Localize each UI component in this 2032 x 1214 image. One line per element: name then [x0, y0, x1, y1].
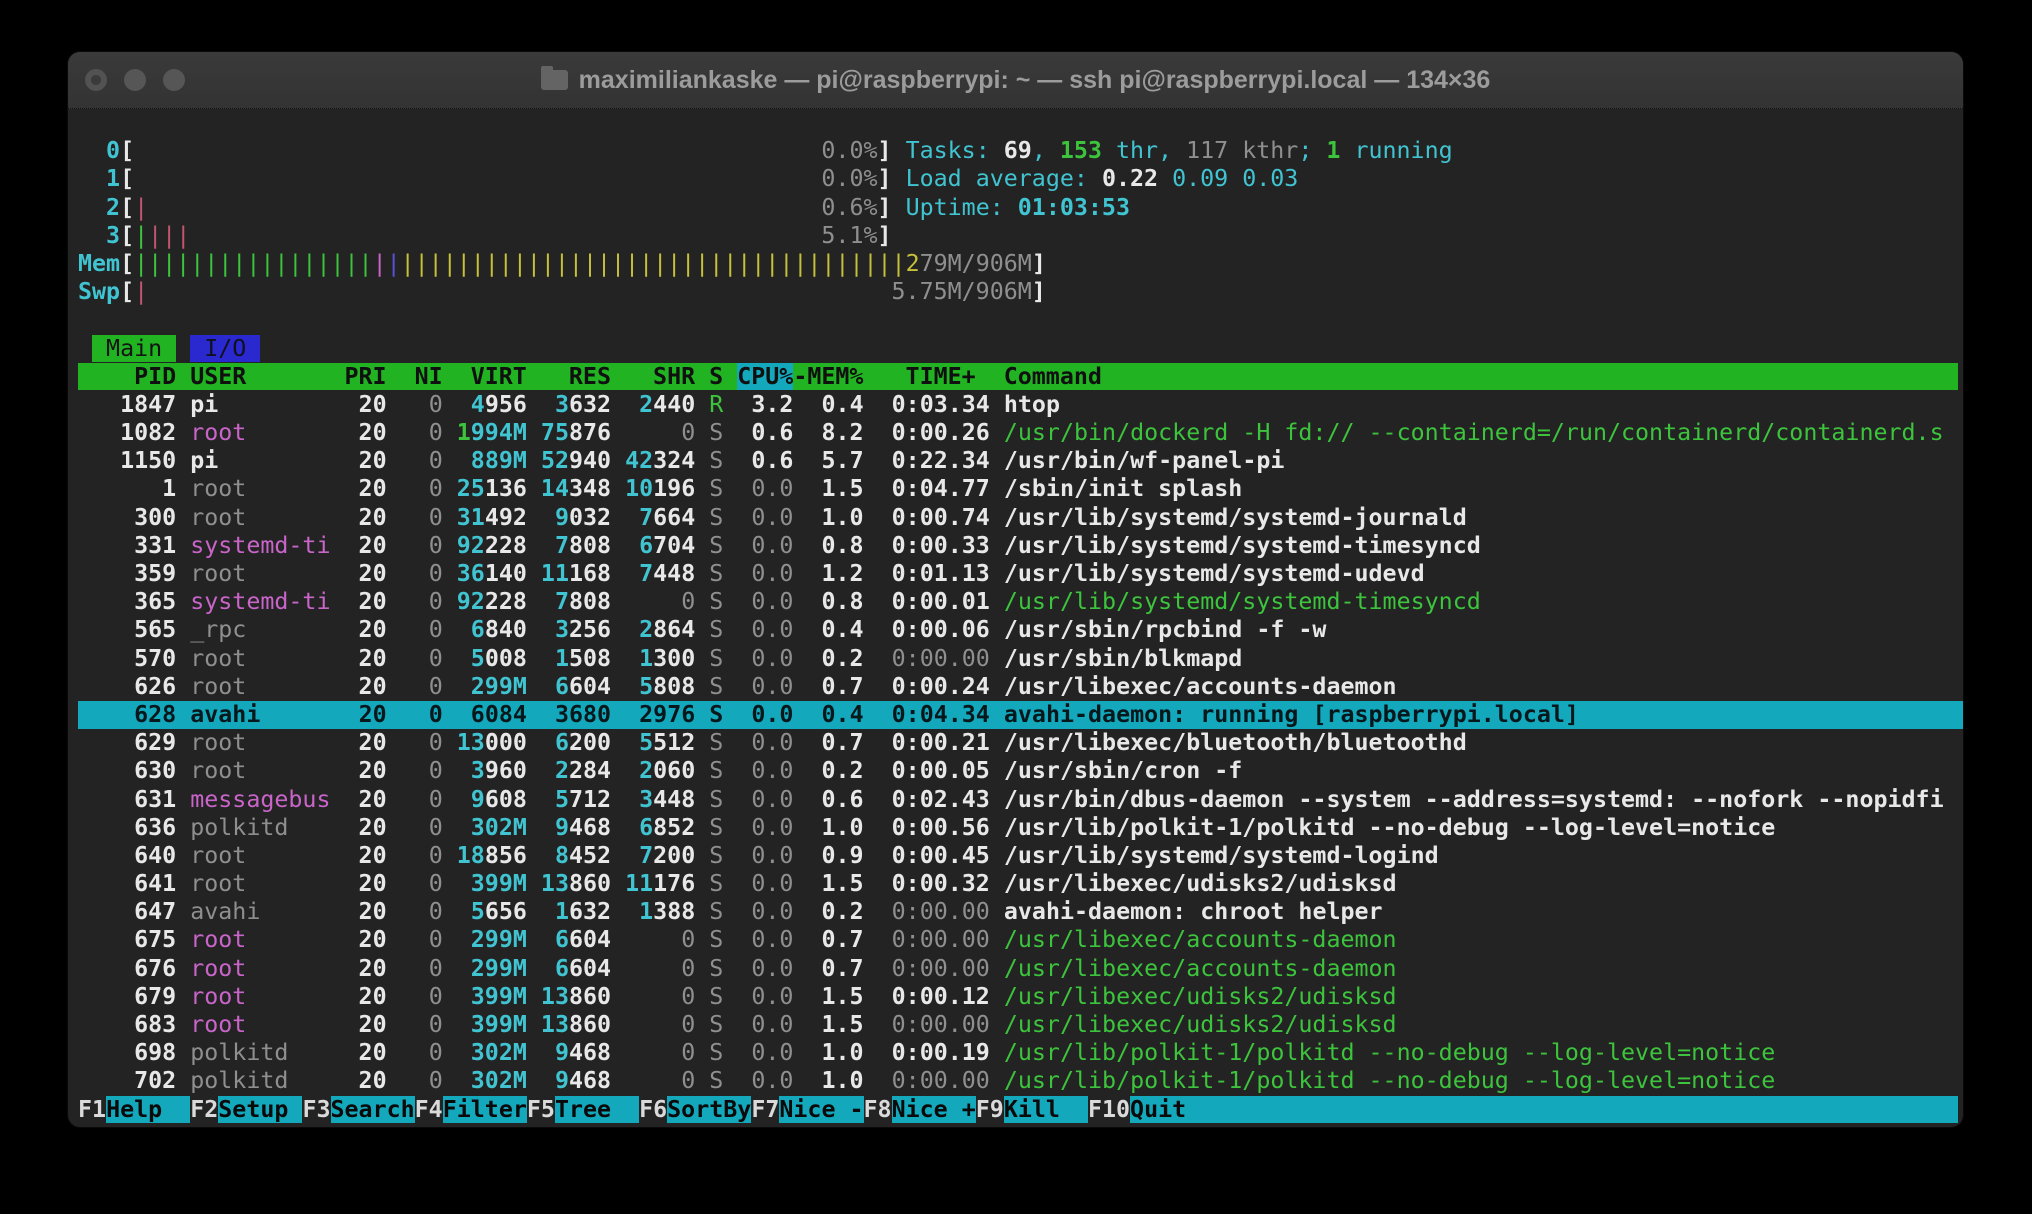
process-row-565[interactable]: 565 _rpc 20 0 6840 3256 2864 S 0.0 0.4 0… — [78, 616, 1963, 644]
process-row-698[interactable]: 698 polkitd 20 0 302M 9468 0 S 0.0 1.0 0… — [78, 1039, 1963, 1067]
fnbar-quit[interactable]: Quit — [1130, 1096, 1186, 1123]
process-row-630[interactable]: 630 root 20 0 3960 2284 2060 S 0.0 0.2 0… — [78, 757, 1963, 785]
blank-line — [78, 306, 1963, 334]
fnkey-f9[interactable]: F9 — [976, 1096, 1004, 1123]
process-row-1150[interactable]: 1150 pi 20 0 889M 52940 42324 S 0.6 5.7 … — [78, 447, 1963, 475]
fnbar-search[interactable]: Search — [331, 1096, 415, 1123]
cpu-meter-1: 1[ 0.0%] Load average: 0.22 0.09 0.03 — [78, 165, 1963, 193]
process-row-647[interactable]: 647 avahi 20 0 5656 1632 1388 S 0.0 0.2 … — [78, 898, 1963, 926]
process-row-679[interactable]: 679 root 20 0 399M 13860 0 S 0.0 1.5 0:0… — [78, 983, 1963, 1011]
fnbar-sortby[interactable]: SortBy — [667, 1096, 751, 1123]
cpu-meter-0: 0[ 0.0%] Tasks: 69, 153 thr, 117 kthr; 1… — [78, 137, 1963, 165]
cpu-meter-3: 3[|||| 5.1%] — [78, 222, 1963, 250]
close-button[interactable] — [85, 69, 107, 91]
process-row-626[interactable]: 626 root 20 0 299M 6604 5808 S 0.0 0.7 0… — [78, 673, 1963, 701]
fnkey-f8[interactable]: F8 — [864, 1096, 892, 1123]
process-row-702[interactable]: 702 polkitd 20 0 302M 9468 0 S 0.0 1.0 0… — [78, 1067, 1963, 1095]
process-row-300[interactable]: 300 root 20 0 31492 9032 7664 S 0.0 1.0 … — [78, 504, 1963, 532]
blank-line — [78, 109, 1963, 137]
fnbar-setup[interactable]: Setup — [218, 1096, 302, 1123]
process-row-628[interactable]: 628 avahi 20 0 6084 3680 2976 S 0.0 0.4 … — [78, 701, 1963, 729]
function-key-bar[interactable]: F1Help F2Setup F3SearchF4FilterF5Tree F6… — [78, 1096, 1963, 1124]
process-row-365[interactable]: 365 systemd-ti 20 0 92228 7808 0 S 0.0 0… — [78, 588, 1963, 616]
fnkey-f1[interactable]: F1 — [78, 1096, 106, 1123]
terminal-window: maximiliankaske — pi@raspberrypi: ~ — ss… — [68, 52, 1963, 1127]
process-row-640[interactable]: 640 root 20 0 18856 8452 7200 S 0.0 0.9 … — [78, 842, 1963, 870]
process-row-359[interactable]: 359 root 20 0 36140 11168 7448 S 0.0 1.2… — [78, 560, 1963, 588]
fnbar-filter[interactable]: Filter — [443, 1096, 527, 1123]
window-title: maximiliankaske — pi@raspberrypi: ~ — ss… — [579, 66, 1491, 95]
table-header[interactable]: PID USER PRI NI VIRT RES SHR S CPU%-MEM%… — [78, 363, 1963, 391]
process-row-570[interactable]: 570 root 20 0 5008 1508 1300 S 0.0 0.2 0… — [78, 645, 1963, 673]
fnkey-f5[interactable]: F5 — [527, 1096, 555, 1123]
process-row-1[interactable]: 1 root 20 0 25136 14348 10196 S 0.0 1.5 … — [78, 475, 1963, 503]
process-row-631[interactable]: 631 messagebus 20 0 9608 5712 3448 S 0.0… — [78, 786, 1963, 814]
tab-io[interactable]: I/O — [190, 335, 260, 362]
process-row-675[interactable]: 675 root 20 0 299M 6604 0 S 0.0 0.7 0:00… — [78, 926, 1963, 954]
fnbar-nice-[interactable]: Nice - — [779, 1096, 863, 1123]
fnkey-f6[interactable]: F6 — [639, 1096, 667, 1123]
terminal-content: 0[ 0.0%] Tasks: 69, 153 thr, 117 kthr; 1… — [68, 109, 1963, 1127]
process-row-629[interactable]: 629 root 20 0 13000 6200 5512 S 0.0 0.7 … — [78, 729, 1963, 757]
fnkey-f3[interactable]: F3 — [302, 1096, 330, 1123]
cpu-meter-2: 2[| 0.6%] Uptime: 01:03:53 — [78, 194, 1963, 222]
fnkey-f7[interactable]: F7 — [751, 1096, 779, 1123]
process-row-676[interactable]: 676 root 20 0 299M 6604 0 S 0.0 0.7 0:00… — [78, 955, 1963, 983]
fnbar-tree[interactable]: Tree — [555, 1096, 639, 1123]
fnkey-f4[interactable]: F4 — [415, 1096, 443, 1123]
process-row-1082[interactable]: 1082 root 20 0 1994M 75876 0 S 0.6 8.2 0… — [78, 419, 1963, 447]
tab-bar: Main I/O — [78, 335, 1963, 363]
zoom-button[interactable] — [163, 69, 185, 91]
process-row-1847[interactable]: 1847 pi 20 0 4956 3632 2440 R 3.2 0.4 0:… — [78, 391, 1963, 419]
process-row-331[interactable]: 331 systemd-ti 20 0 92228 7808 6704 S 0.… — [78, 532, 1963, 560]
memory-meter: Mem[||||||||||||||||||||||||||||||||||||… — [78, 250, 1963, 278]
process-row-683[interactable]: 683 root 20 0 399M 13860 0 S 0.0 1.5 0:0… — [78, 1011, 1963, 1039]
fnkey-f10[interactable]: F10 — [1088, 1096, 1130, 1123]
fnbar-nice-[interactable]: Nice + — [892, 1096, 976, 1123]
fnkey-f2[interactable]: F2 — [190, 1096, 218, 1123]
process-row-636[interactable]: 636 polkitd 20 0 302M 9468 6852 S 0.0 1.… — [78, 814, 1963, 842]
folder-icon — [541, 70, 568, 90]
sort-column-cpu[interactable]: CPU% — [737, 363, 793, 390]
process-row-641[interactable]: 641 root 20 0 399M 13860 11176 S 0.0 1.5… — [78, 870, 1963, 898]
fnbar-help[interactable]: Help — [106, 1096, 190, 1123]
fnbar-kill[interactable]: Kill — [1004, 1096, 1088, 1123]
minimize-button[interactable] — [124, 69, 146, 91]
swap-meter: Swp[| 5.75M/906M] — [78, 278, 1963, 306]
titlebar[interactable]: maximiliankaske — pi@raspberrypi: ~ — ss… — [68, 52, 1963, 109]
tab-main[interactable]: Main — [92, 335, 176, 362]
